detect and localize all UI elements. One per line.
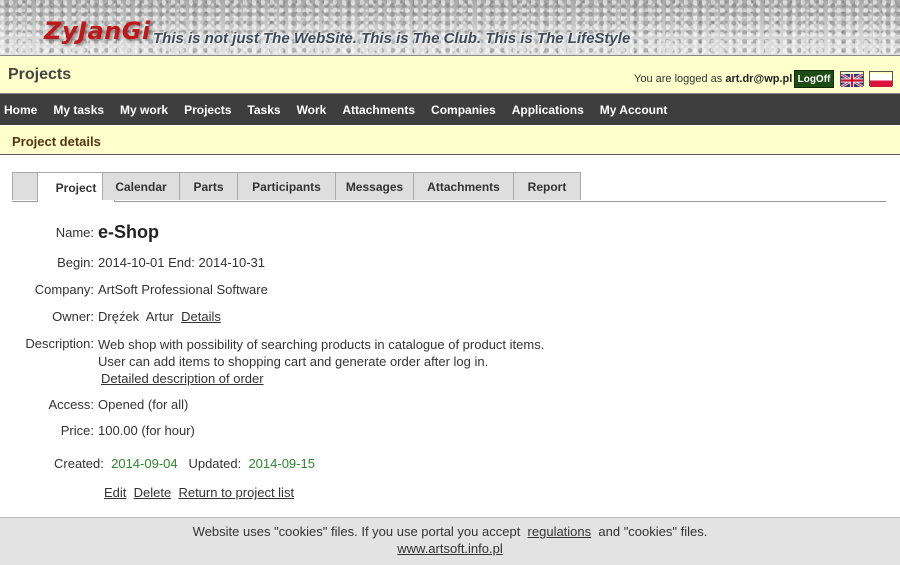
logged-user: art.dr@wp.pl [725, 73, 793, 85]
company-value: ArtSoft Professional Software [98, 282, 268, 297]
nav-applications[interactable]: Applications [504, 103, 592, 117]
begin-date: 2014-10-01 [98, 255, 165, 270]
uk-flag-icon[interactable] [840, 71, 864, 89]
tab-participants[interactable]: Participants [237, 172, 336, 200]
cookie-notice: Website uses "cookies" files. If you use… [0, 524, 900, 539]
nav-work[interactable]: Work [289, 103, 335, 117]
company-label-cell: Company: [0, 282, 94, 297]
owner-label-cell: Owner: [0, 309, 94, 324]
tab-parts[interactable]: Parts [179, 172, 238, 200]
price-value: 100.00 (for hour) [98, 423, 195, 438]
title-bar: Projects You are logged as art.dr@wp.pl … [0, 56, 900, 94]
regulations-link[interactable]: regulations [528, 524, 592, 539]
price-label-cell: Price: [0, 423, 94, 438]
action-links: Edit Delete Return to project list [104, 485, 294, 500]
description-label: Description: [25, 336, 94, 351]
tab-report[interactable]: Report [513, 172, 581, 200]
project-tabs: Project Calendar Parts Participants Mess… [12, 172, 886, 202]
access-label: Access: [48, 397, 94, 412]
description-label-cell: Description: [0, 336, 94, 351]
end-date: 2014-10-31 [198, 255, 266, 270]
updated-date: 2014-09-15 [248, 456, 315, 471]
begin-label-cell: Begin: [0, 255, 94, 270]
cookie-text-before: Website uses "cookies" files. If you use… [192, 524, 521, 539]
updated-label: Updated: [188, 456, 242, 471]
nav-attachments[interactable]: Attachments [334, 103, 423, 117]
description-line-1: Web shop with possibility of searching p… [98, 337, 545, 352]
nav-companies[interactable]: Companies [423, 103, 504, 117]
timestamps: Created: 2014-09-04 Updated: 2014-09-15 [54, 456, 315, 471]
edit-link[interactable]: Edit [104, 485, 126, 500]
access-label-cell: Access: [0, 397, 94, 412]
created-label: Created: [54, 456, 104, 471]
cookie-text-after: and "cookies" files. [598, 524, 708, 539]
nav-projects[interactable]: Projects [176, 103, 239, 117]
pl-flag-icon[interactable] [869, 71, 893, 87]
begin-label: Begin: [57, 255, 94, 270]
section-title: Project details [12, 134, 101, 149]
detailed-description-link[interactable]: Detailed description of order [101, 371, 264, 386]
return-to-list-link[interactable]: Return to project list [178, 485, 294, 500]
owner-name: Artur [145, 309, 174, 324]
tab-calendar[interactable]: Calendar [102, 172, 180, 200]
nav-my-tasks[interactable]: My tasks [45, 103, 112, 117]
tab-spacer [12, 172, 38, 200]
section-bar: Project details [0, 126, 900, 155]
price-label: Price: [60, 423, 94, 438]
nav-my-account[interactable]: My Account [592, 103, 676, 117]
footer-url-line: www.artsoft.info.pl [0, 541, 900, 556]
dates-value: 2014-10-01 End: 2014-10-31 [98, 255, 265, 270]
nav-home[interactable]: Home [0, 103, 45, 117]
nav-tasks[interactable]: Tasks [239, 103, 288, 117]
header-banner: ZyJanGi This is not just The WebSite. Th… [0, 0, 900, 56]
owner-value: Dręźek Artur Details [98, 309, 221, 324]
owner-label: Owner: [52, 309, 94, 324]
login-info: You are logged as art.dr@wp.pl [634, 73, 792, 85]
logged-prefix: You are logged as [634, 73, 723, 85]
owner-surname: Dręźek [98, 309, 140, 324]
owner-details-link[interactable]: Details [181, 309, 221, 324]
access-value: Opened (for all) [98, 397, 189, 412]
logoff-button[interactable]: LogOff [794, 70, 834, 88]
company-label: Company: [34, 282, 94, 297]
cookie-footer: Website uses "cookies" files. If you use… [0, 517, 900, 565]
main-nav: Home My tasks My work Projects Tasks Wor… [0, 94, 900, 125]
tab-attachments[interactable]: Attachments [413, 172, 514, 200]
description-line-2: User can add items to shopping cart and … [98, 354, 489, 369]
footer-url-link[interactable]: www.artsoft.info.pl [397, 541, 503, 556]
site-logo[interactable]: ZyJanGi [44, 17, 151, 45]
project-name: e-Shop [98, 222, 159, 242]
nav-my-work[interactable]: My work [112, 103, 176, 117]
name-label: Name: [55, 225, 94, 240]
end-label: End: [168, 255, 195, 270]
created-date: 2014-09-04 [111, 456, 178, 471]
delete-link[interactable]: Delete [134, 485, 172, 500]
page-title: Projects [8, 66, 72, 83]
site-tagline: This is not just The WebSite. This is Th… [153, 30, 631, 47]
description-value: Web shop with possibility of searching p… [98, 336, 544, 387]
tab-messages[interactable]: Messages [335, 172, 414, 200]
name-label-cell: Name: [0, 225, 94, 240]
